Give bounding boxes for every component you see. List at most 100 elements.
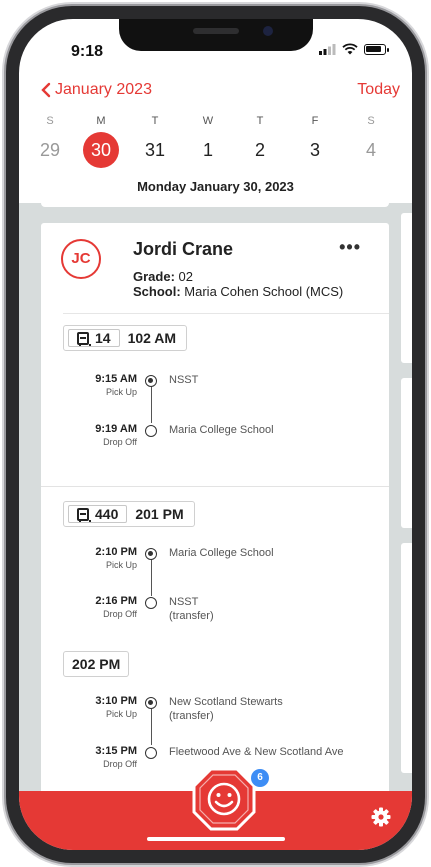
stop-kind: Pick Up <box>105 709 137 719</box>
day-number: 30 <box>83 132 119 168</box>
stop-place: NSST (transfer) <box>169 595 379 623</box>
status-icons <box>319 43 389 55</box>
bus-icon <box>77 507 91 522</box>
day-of-week: S <box>46 115 54 127</box>
stop-place: Maria College School <box>169 547 274 559</box>
week-strip: S 29 M 30 T 31 W 1 T 2 F 3 S 4 <box>19 115 412 175</box>
route-chip[interactable]: 14 102 AM <box>63 325 188 351</box>
day-number: 1 <box>202 140 213 160</box>
stop-kind: Pick Up <box>105 560 137 570</box>
previous-card-edge <box>41 203 389 207</box>
today-button[interactable]: Today <box>357 81 400 99</box>
day-mon-30-selected[interactable]: M 30 <box>76 115 126 168</box>
stop-sign-icon[interactable] <box>191 766 257 832</box>
bus-number: 14 <box>95 330 111 346</box>
stop-time: 2:16 PM <box>95 595 137 607</box>
route-name: 202 PM <box>72 656 121 672</box>
stop-pickup[interactable]: 9:15 AM Pick Up NSST <box>41 373 389 413</box>
route-chip[interactable]: 202 PM <box>63 651 130 677</box>
signal-icon <box>319 43 336 55</box>
grade-value: 02 <box>178 269 193 284</box>
stop-dropoff[interactable]: 2:16 PM Drop Off NSST (transfer) <box>41 595 389 635</box>
route-separator <box>41 486 389 487</box>
notification-badge: 6 <box>251 769 269 787</box>
stop-place-note: (transfer) <box>169 610 214 622</box>
more-options-button[interactable]: ••• <box>339 237 361 258</box>
stop-time: 3:15 PM <box>95 745 137 757</box>
stop-place: NSST <box>169 374 199 386</box>
next-student-card[interactable] <box>401 543 412 773</box>
stop-marker-empty <box>145 747 157 759</box>
bus-number-box: 440 <box>68 505 128 523</box>
day-fri-3[interactable]: F 3 <box>290 115 340 165</box>
stop-dropoff[interactable]: 9:19 AM Drop Off Maria College School <box>41 423 389 463</box>
month-back-button[interactable]: January 2023 <box>41 81 152 99</box>
stop-time: 3:10 PM <box>95 695 137 707</box>
phone-frame: 9:18 January 2023 Today S 29 M 30 T 31 W… <box>6 6 425 863</box>
stop-marker-empty <box>145 597 157 609</box>
stop-place: New Scotland Stewarts (transfer) <box>169 695 379 723</box>
stop-kind: Drop Off <box>103 759 137 769</box>
stop-place-note: (transfer) <box>169 710 214 722</box>
grade-line: Grade: 02 <box>133 269 193 284</box>
bus-icon <box>77 331 91 346</box>
stop-time: 9:15 AM <box>95 373 137 385</box>
day-number: 4 <box>365 140 376 160</box>
grade-label: Grade: <box>133 269 175 284</box>
day-of-week: F <box>311 115 319 127</box>
stop-kind: Drop Off <box>103 609 137 619</box>
chevron-left-icon <box>41 82 51 98</box>
student-name: Jordi Crane <box>133 239 234 259</box>
day-thu-2[interactable]: T 2 <box>235 115 285 165</box>
day-of-week: W <box>202 115 214 127</box>
stop-place-name: NSST <box>169 596 199 608</box>
stop-place: Fleetwood Ave & New Scotland Ave <box>169 746 344 758</box>
school-value: Maria Cohen School (MCS) <box>184 284 344 299</box>
day-number: 31 <box>144 140 166 160</box>
day-of-week: S <box>367 115 375 127</box>
route-name: 201 PM <box>135 506 184 522</box>
stop-marker-empty <box>145 425 157 437</box>
stop-marker-filled <box>145 375 157 387</box>
day-sun-29[interactable]: S 29 <box>25 115 75 165</box>
stop-kind: Pick Up <box>105 387 137 397</box>
day-number: 2 <box>254 140 265 160</box>
stop-kind: Drop Off <box>103 437 137 447</box>
stop-pickup[interactable]: 2:10 PM Pick Up Maria College School <box>41 546 389 586</box>
stop-place-name: New Scotland Stewarts <box>169 696 283 708</box>
student-card: JC Jordi Crane ••• Grade: 02 School: Mar… <box>41 223 389 793</box>
wifi-icon <box>342 43 358 55</box>
stop-pickup[interactable]: 3:10 PM Pick Up New Scotland Stewarts (t… <box>41 695 389 735</box>
next-student-card[interactable] <box>401 378 412 528</box>
schedule-content[interactable]: JC Jordi Crane ••• Grade: 02 School: Mar… <box>19 203 412 793</box>
day-of-week: T <box>151 115 159 127</box>
day-tue-31[interactable]: T 31 <box>130 115 180 165</box>
stop-time: 9:19 AM <box>95 423 137 435</box>
stop-time: 2:10 PM <box>95 546 137 558</box>
day-wed-1[interactable]: W 1 <box>183 115 233 165</box>
stop-marker-filled <box>145 697 157 709</box>
gear-icon[interactable] <box>371 807 391 827</box>
bus-number-box: 14 <box>68 329 120 347</box>
day-number: 3 <box>309 140 320 160</box>
route-name: 102 AM <box>127 330 177 346</box>
route-chip[interactable]: 440 201 PM <box>63 501 195 527</box>
avatar: JC <box>61 239 101 279</box>
stop-marker-filled <box>145 548 157 560</box>
day-of-week: M <box>96 115 106 127</box>
bus-number: 440 <box>95 506 119 522</box>
app-screen: 9:18 January 2023 Today S 29 M 30 T 31 W… <box>19 19 412 850</box>
day-sat-4[interactable]: S 4 <box>346 115 396 165</box>
stop-place: Maria College School <box>169 424 274 436</box>
divider <box>63 313 389 314</box>
device-notch <box>119 19 313 51</box>
school-line: School: Maria Cohen School (MCS) <box>133 284 343 299</box>
day-of-week: T <box>256 115 264 127</box>
month-label: January 2023 <box>55 81 152 98</box>
battery-icon <box>364 43 389 55</box>
next-student-card[interactable] <box>401 213 412 363</box>
selected-date-label: Monday January 30, 2023 <box>137 179 294 194</box>
home-indicator[interactable] <box>147 837 285 841</box>
calendar-header: January 2023 Today <box>19 75 412 105</box>
day-number: 29 <box>39 140 61 160</box>
